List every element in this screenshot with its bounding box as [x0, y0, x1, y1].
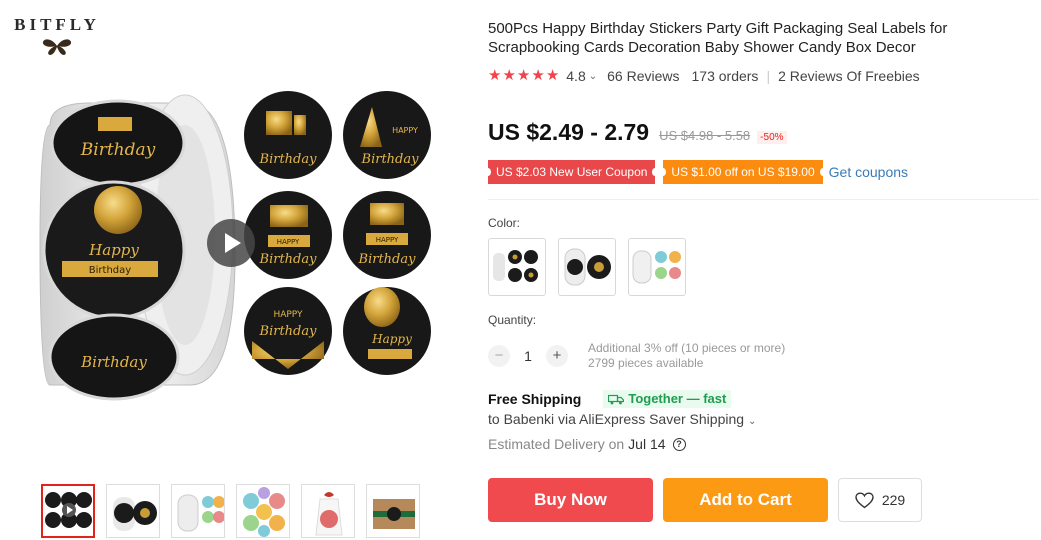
- color-swatches: [488, 238, 686, 296]
- estimated-delivery: Estimated Delivery on Jul 14 ?: [488, 436, 686, 452]
- orders-count: 173 orders: [691, 68, 759, 84]
- coupon-row: US $2.03 New User Coupon US $1.00 off on…: [484, 160, 908, 184]
- svg-text:Birthday: Birthday: [80, 353, 147, 371]
- star-icon: ★: [545, 67, 560, 84]
- swatch-image: [493, 250, 538, 282]
- chevron-down-icon: ⌄: [748, 416, 757, 427]
- delivery-label: Estimated Delivery on: [488, 436, 625, 452]
- free-shipping-label: Free Shipping: [488, 391, 582, 407]
- color-option-1[interactable]: [488, 238, 546, 296]
- star-rating: ★ ★ ★ ★ ★: [488, 68, 559, 84]
- reviews-link[interactable]: 66 Reviews: [607, 68, 679, 84]
- delivery-date: Jul 14: [628, 436, 666, 452]
- play-video-button[interactable]: [207, 219, 255, 267]
- together-fast-text: Together — fast: [628, 391, 727, 406]
- quantity-stepper: − 1 + Additional 3% off (10 pieces or mo…: [488, 341, 785, 371]
- shipping-destination-text: to Babenki via AliExpress Saver Shipping: [488, 411, 745, 427]
- thumbnail-image: [243, 487, 285, 537]
- stock-available: 2799 pieces available: [588, 356, 704, 370]
- thumbnail-3[interactable]: [171, 484, 225, 538]
- star-icon: ★: [502, 67, 516, 84]
- quantity-value[interactable]: 1: [510, 348, 546, 364]
- wishlist-button[interactable]: 229: [838, 478, 922, 522]
- current-price: US $2.49 - 2.79: [488, 119, 650, 145]
- discount-badge: -50%: [757, 131, 787, 144]
- thumbnail-image: [315, 492, 343, 536]
- thumbnail-6[interactable]: [366, 484, 420, 538]
- svg-text:Birthday: Birthday: [259, 152, 318, 167]
- heart-icon: [855, 491, 874, 508]
- add-to-cart-button[interactable]: Add to Cart: [663, 478, 828, 522]
- new-user-coupon[interactable]: US $2.03 New User Coupon: [484, 160, 659, 184]
- thumbnail-4[interactable]: [236, 484, 290, 538]
- star-icon: ★: [516, 67, 531, 84]
- quantity-decrease-button[interactable]: −: [488, 345, 510, 367]
- question-icon[interactable]: ?: [672, 437, 686, 451]
- svg-text:HAPPY: HAPPY: [273, 310, 303, 320]
- truck-icon: [608, 394, 625, 404]
- wishlist-count: 229: [881, 492, 906, 508]
- thumbnail-image: [177, 494, 224, 532]
- quantity-info: Additional 3% off (10 pieces or more) 27…: [588, 341, 785, 371]
- svg-text:HAPPY: HAPPY: [376, 236, 399, 244]
- butterfly-icon: [42, 39, 72, 55]
- play-icon: [225, 233, 241, 253]
- thumbnail-image: [45, 492, 92, 528]
- swatch-image: [564, 248, 611, 286]
- divider: [488, 199, 1039, 200]
- buy-now-button[interactable]: Buy Now: [488, 478, 653, 522]
- separator: |: [766, 68, 771, 84]
- product-gallery: BITFLY Birthday Happy Birthday Birthday …: [0, 0, 462, 540]
- product-title: 500Pcs Happy Birthday Stickers Party Gif…: [488, 20, 948, 56]
- color-option-3[interactable]: [628, 238, 686, 296]
- svg-text:Birthday: Birthday: [259, 324, 318, 339]
- star-icon: ★: [488, 67, 502, 84]
- shipping-destination[interactable]: to Babenki via AliExpress Saver Shipping…: [488, 411, 766, 427]
- svg-text:Birthday: Birthday: [358, 252, 417, 267]
- svg-text:Happy: Happy: [371, 332, 412, 346]
- thumbnail-strip: [41, 484, 420, 538]
- thumbnail-image: [373, 499, 415, 529]
- chevron-down-icon[interactable]: ⌄: [589, 71, 597, 82]
- svg-text:Happy: Happy: [88, 241, 139, 259]
- freebie-reviews-link[interactable]: 2 Reviews Of Freebies: [778, 68, 920, 84]
- svg-text:Birthday: Birthday: [89, 265, 131, 276]
- thumbnail-image: [113, 497, 157, 531]
- bulk-discount-note: Additional 3% off (10 pieces or more): [588, 341, 786, 355]
- get-coupons-link[interactable]: Get coupons: [829, 164, 908, 180]
- swatch-image: [632, 250, 681, 284]
- rating-value[interactable]: 4.8: [566, 68, 585, 84]
- color-label: Color:: [488, 216, 521, 230]
- svg-text:HAPPY: HAPPY: [392, 126, 418, 135]
- original-price: US $4.98 - 5.58: [659, 128, 751, 143]
- action-buttons: Buy Now Add to Cart 229: [488, 478, 922, 522]
- svg-text:HAPPY: HAPPY: [277, 238, 300, 246]
- svg-text:Birthday: Birthday: [80, 140, 156, 160]
- together-fast-badge: Together — fast: [603, 390, 732, 408]
- star-icon: ★: [531, 67, 545, 84]
- price-row: US $2.49 - 2.79 US $4.98 - 5.58 -50%: [488, 119, 787, 146]
- thumbnail-5[interactable]: [301, 484, 355, 538]
- brand-name: BITFLY: [14, 15, 100, 34]
- thumbnail-2[interactable]: [106, 484, 160, 538]
- brand-logo: BITFLY: [7, 15, 107, 61]
- quantity-label: Quantity:: [488, 313, 537, 327]
- color-option-2[interactable]: [558, 238, 616, 296]
- thumbnail-1[interactable]: [41, 484, 95, 538]
- svg-text:Birthday: Birthday: [259, 252, 318, 267]
- rating-row: ★ ★ ★ ★ ★ 4.8 ⌄ 66 Reviews 173 orders | …: [488, 68, 920, 85]
- shipping-header: Free Shipping Together — fast: [488, 390, 732, 408]
- svg-text:Birthday: Birthday: [361, 152, 420, 167]
- quantity-increase-button[interactable]: +: [546, 345, 568, 367]
- store-coupon[interactable]: US $1.00 off on US $19.00: [660, 160, 826, 184]
